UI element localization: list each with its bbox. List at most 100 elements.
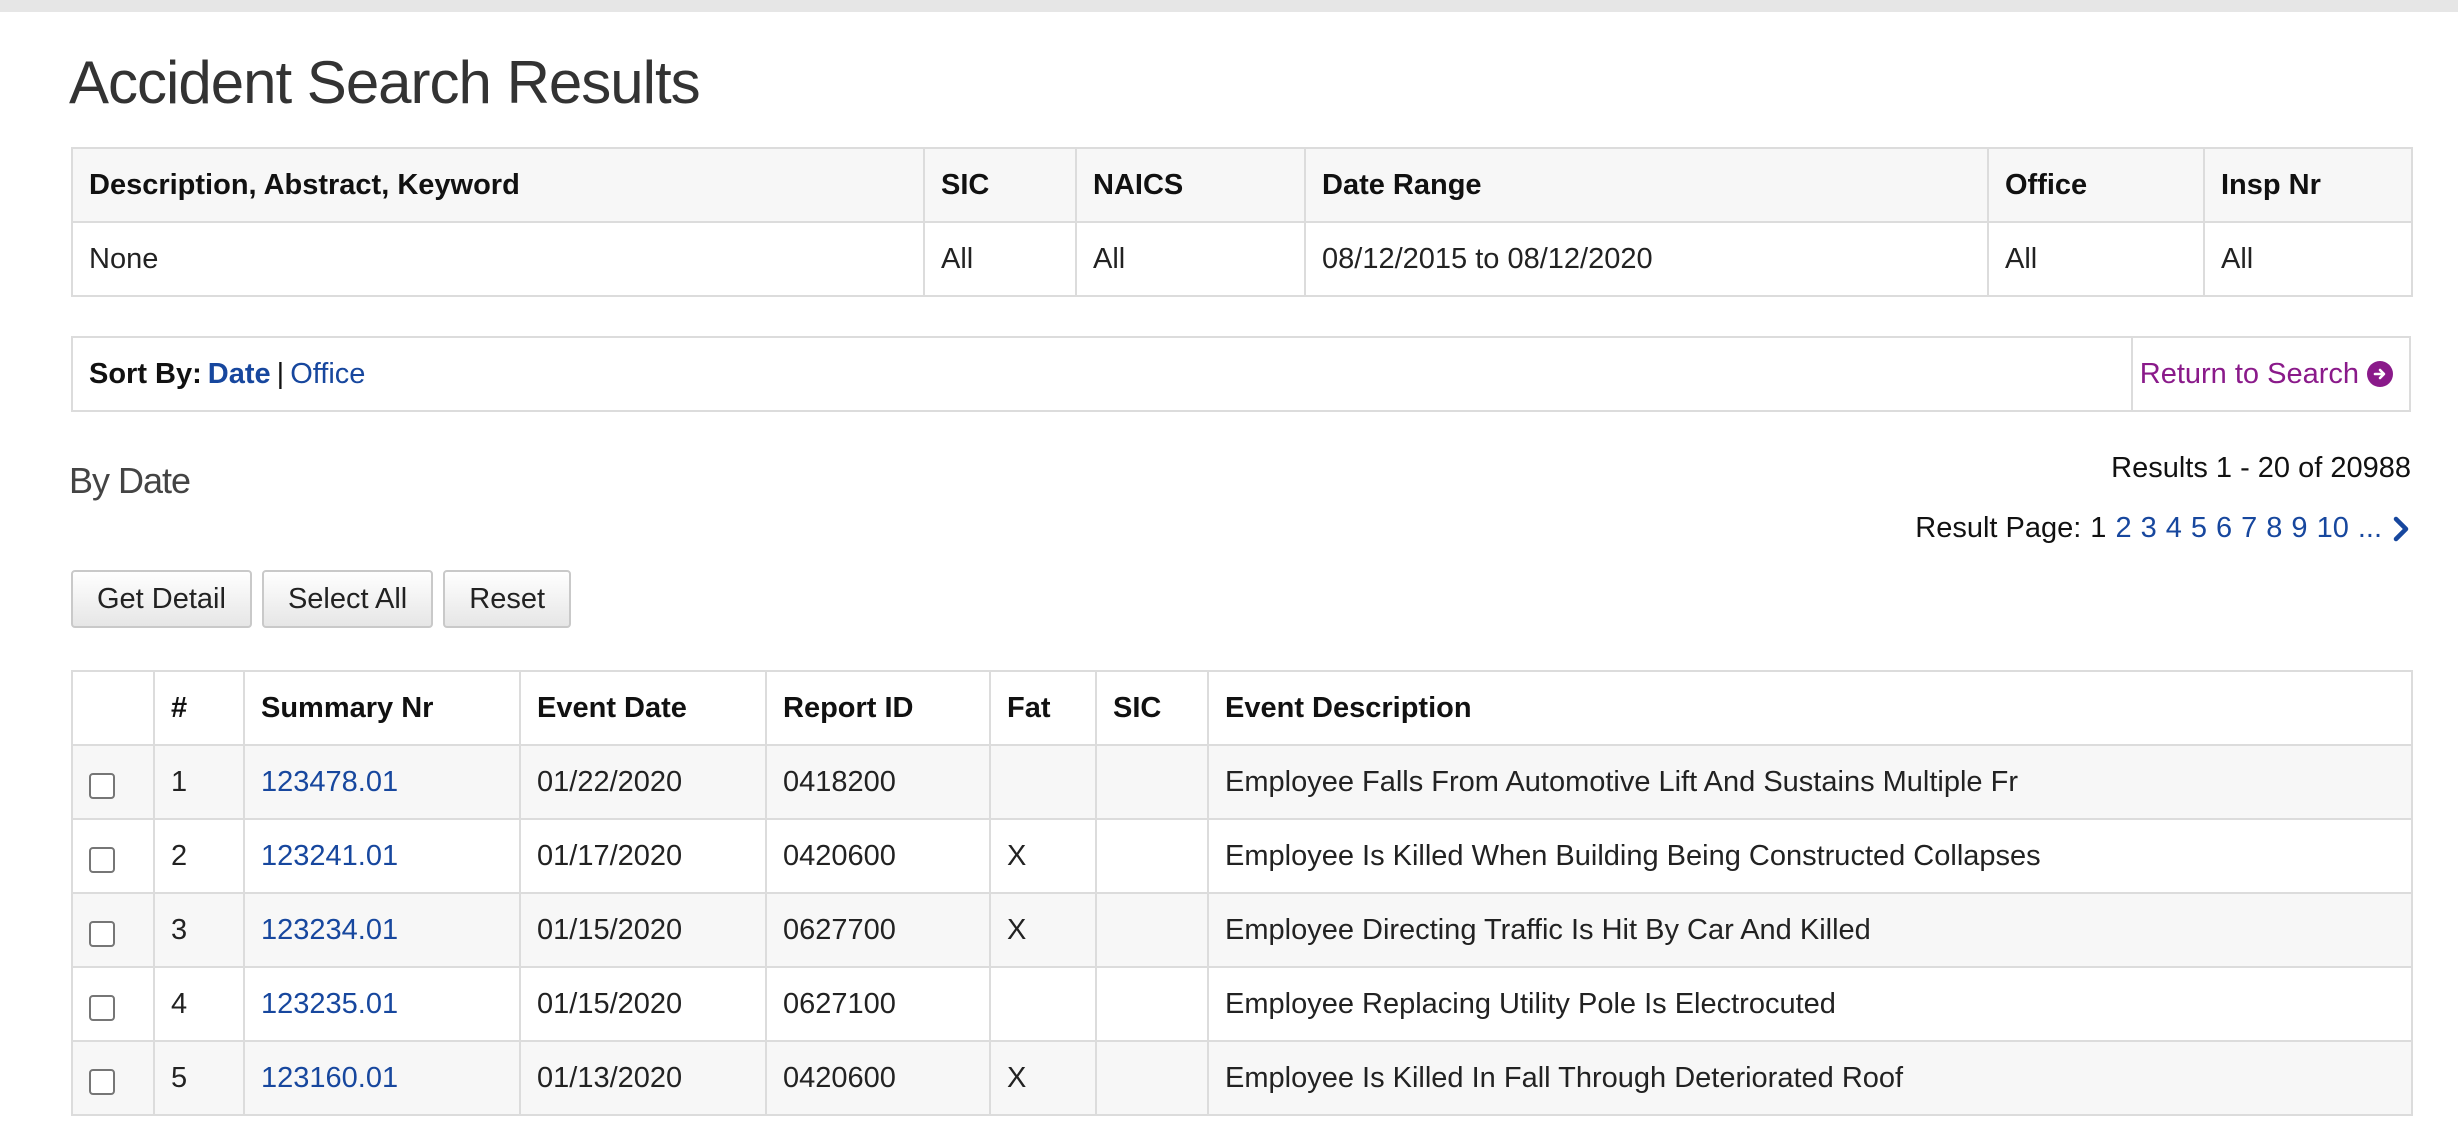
results-count: Results 1 - 20 of 20988 [2111,452,2411,484]
row-select-cell [71,966,155,1042]
row-fat: X [989,818,1097,894]
row-select-cell [71,892,155,968]
criteria-header-naics: NAICS [1075,147,1306,223]
criteria-header-date-range: Date Range [1304,147,1989,223]
table-row: 4 123235.01 01/15/2020 0627100 Employee … [71,966,2413,1042]
pager-link-7[interactable]: 7 [2241,512,2257,545]
get-detail-button[interactable]: Get Detail [71,570,252,628]
criteria-value-date-range: 08/12/2015 to 08/12/2020 [1304,221,1989,297]
row-select-cell [71,1040,155,1116]
header-sic: SIC [1095,670,1209,746]
sort-separator: | [276,357,285,390]
summary-nr-link[interactable]: 123234.01 [261,914,398,946]
sort-by-office-link[interactable]: Office [290,358,365,391]
table-row: 1 123478.01 01/22/2020 0418200 Employee … [71,744,2413,820]
row-number: 1 [153,744,245,820]
chevron-right-icon[interactable] [2391,516,2411,542]
pager-link-6[interactable]: 6 [2216,512,2232,545]
row-fat: X [989,1040,1097,1116]
row-sic [1095,966,1209,1042]
reset-button[interactable]: Reset [443,570,572,628]
row-report-id: 0420600 [765,1040,991,1116]
sort-by-date-link[interactable]: Date [208,358,271,391]
table-row: 2 123241.01 01/17/2020 0420600 X Employe… [71,818,2413,894]
return-to-search-label: Return to Search [2139,357,2359,390]
pager-link-10[interactable]: 10 [2317,512,2349,545]
sort-by-label: Sort By: [89,357,202,390]
search-criteria-table: Description, Abstract, Keyword SIC NAICS… [71,147,2413,297]
table-row: 5 123160.01 01/13/2020 0420600 X Employe… [71,1040,2413,1116]
row-number: 4 [153,966,245,1042]
pagination: Result Page: 1 2 3 4 5 6 7 8 9 10 ... [1915,512,2411,545]
pager-link-9[interactable]: 9 [2291,512,2307,545]
select-all-button[interactable]: Select All [261,570,434,628]
pager-link-4[interactable]: 4 [2166,512,2182,545]
row-report-id: 0420600 [765,818,991,894]
row-checkbox[interactable] [89,773,115,800]
row-summary-cell: 123235.01 [243,966,521,1042]
row-report-id: 0418200 [765,744,991,820]
row-event-description: Employee Is Killed In Fall Through Deter… [1207,1040,2413,1116]
row-checkbox[interactable] [89,921,115,948]
row-number: 3 [153,892,245,968]
row-number: 2 [153,818,245,894]
header-event-date: Event Date [519,670,767,746]
row-event-description: Employee Is Killed When Building Being C… [1207,818,2413,894]
criteria-header-description: Description, Abstract, Keyword [71,147,925,223]
row-summary-cell: 123160.01 [243,1040,521,1116]
row-checkbox[interactable] [89,995,115,1022]
circle-arrow-right-icon [2367,361,2393,387]
top-bar [0,0,2458,12]
header-fat: Fat [989,670,1097,746]
results-header-row: # Summary Nr Event Date Report ID Fat SI… [71,670,2413,746]
row-number: 5 [153,1040,245,1116]
criteria-header-insp-nr: Insp Nr [2203,147,2413,223]
header-select [71,670,155,746]
row-select-cell [71,818,155,894]
row-sic [1095,892,1209,968]
pager-link-2[interactable]: 2 [2115,512,2131,545]
criteria-value-sic: All [923,221,1077,297]
row-event-description: Employee Falls From Automotive Lift And … [1207,744,2413,820]
header-number: # [153,670,245,746]
criteria-value-row: None All All 08/12/2015 to 08/12/2020 Al… [71,221,2413,297]
row-sic [1095,1040,1209,1116]
action-buttons: Get Detail Select All Reset [71,570,572,628]
row-event-date: 01/15/2020 [519,966,767,1042]
criteria-value-naics: All [1075,221,1306,297]
row-report-id: 0627100 [765,966,991,1042]
sort-options: Sort By: Date | Office [73,358,2131,391]
row-summary-cell: 123234.01 [243,892,521,968]
criteria-value-office: All [1987,221,2205,297]
row-checkbox[interactable] [89,847,115,874]
summary-nr-link[interactable]: 123160.01 [261,1062,398,1094]
return-to-search-link[interactable]: Return to Search [2140,358,2393,391]
pager-link-3[interactable]: 3 [2141,512,2157,545]
return-cell: Return to Search [2131,338,2409,410]
pager-current-page: 1 [2090,512,2107,544]
pager-link-8[interactable]: 8 [2266,512,2282,545]
header-summary-nr: Summary Nr [243,670,521,746]
row-event-date: 01/13/2020 [519,1040,767,1116]
row-event-description: Employee Directing Traffic Is Hit By Car… [1207,892,2413,968]
row-select-cell [71,744,155,820]
pager-label: Result Page: [1915,512,2082,544]
row-checkbox[interactable] [89,1069,115,1096]
row-sic [1095,818,1209,894]
row-sic [1095,744,1209,820]
table-row: 3 123234.01 01/15/2020 0627700 X Employe… [71,892,2413,968]
summary-nr-link[interactable]: 123235.01 [261,988,398,1020]
criteria-header-sic: SIC [923,147,1077,223]
row-event-date: 01/17/2020 [519,818,767,894]
header-report-id: Report ID [765,670,991,746]
summary-nr-link[interactable]: 123478.01 [261,766,398,798]
criteria-header-office: Office [1987,147,2205,223]
row-summary-cell: 123241.01 [243,818,521,894]
pager-more-link[interactable]: ... [2358,512,2382,545]
criteria-value-insp-nr: All [2203,221,2413,297]
header-event-description: Event Description [1207,670,2413,746]
summary-nr-link[interactable]: 123241.01 [261,840,398,872]
results-table: # Summary Nr Event Date Report ID Fat SI… [71,670,2413,1116]
pager-link-5[interactable]: 5 [2191,512,2207,545]
row-report-id: 0627700 [765,892,991,968]
